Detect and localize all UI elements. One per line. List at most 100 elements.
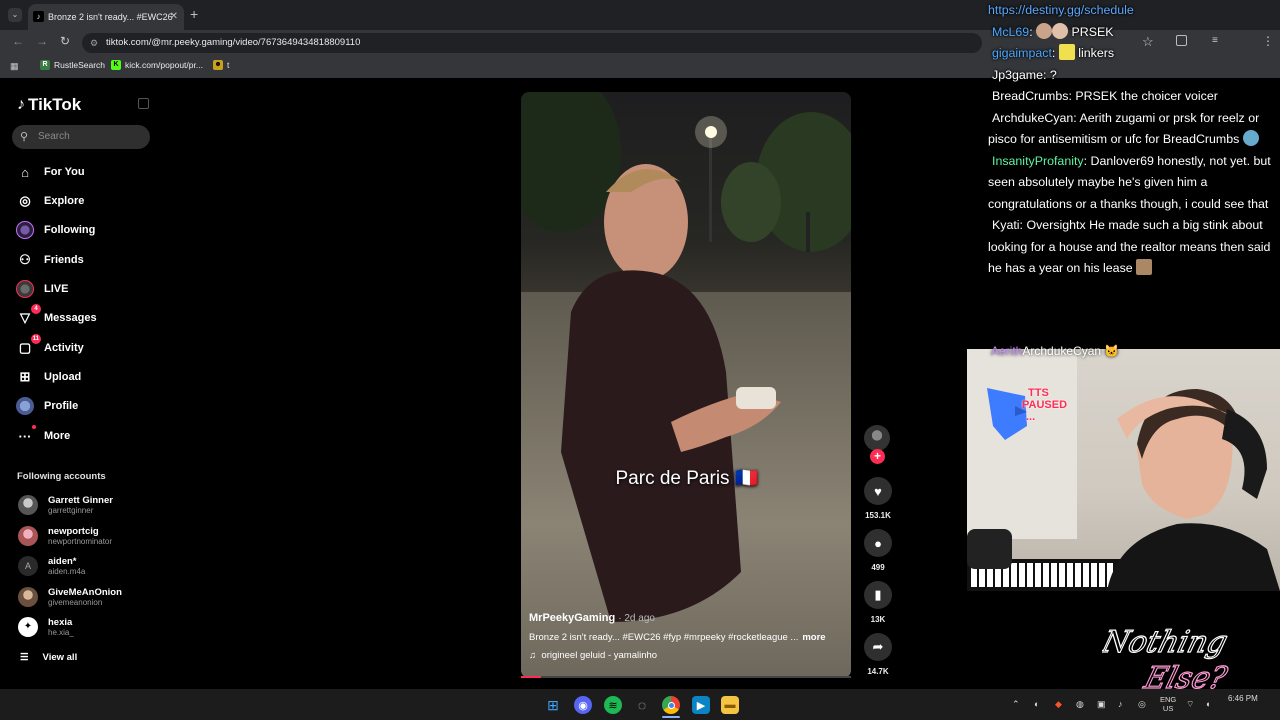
nav-label: Explore [44, 195, 85, 207]
account-item[interactable]: GiveMeAnOnion givemeanonion [18, 584, 122, 610]
forward-icon[interactable]: → [36, 34, 48, 48]
close-tab-icon[interactable]: ✕ [170, 4, 178, 30]
follow-button[interactable]: + [870, 449, 885, 464]
steam-tray-icon[interactable]: ◐ [1034, 699, 1039, 709]
bookmark-rustlesearch[interactable]: R RustleSearch [40, 60, 105, 70]
tiktok-note-icon: ♪ [17, 96, 25, 113]
comment-button[interactable]: ● 499 [862, 529, 894, 572]
comment-icon: ● [864, 529, 892, 557]
network-icon[interactable]: ⌔ [1186, 699, 1194, 710]
home-icon: ⌂ [21, 164, 29, 180]
video-sound-link[interactable]: ♫ origineel geluid - yamalinho [529, 650, 847, 661]
account-name: newportcig [48, 526, 99, 537]
avatar [18, 526, 38, 546]
app-icon[interactable]: ▶ [692, 696, 710, 714]
upload-icon: ⊞ [19, 369, 31, 384]
brave-tray-icon[interactable]: ◆ [1055, 699, 1062, 710]
nav-messages[interactable]: ▽ 4 Messages [16, 304, 97, 328]
account-handle: he.xia_ [48, 628, 74, 637]
windows-start-icon[interactable]: ⊞ [544, 696, 562, 714]
nav-friends[interactable]: ⚇ Friends [16, 250, 84, 270]
nav-following[interactable]: Following [16, 220, 95, 240]
account-item[interactable]: A aiden* aiden.m4a [18, 553, 85, 579]
live-avatar-icon [16, 280, 34, 298]
nav-profile[interactable]: Profile [16, 396, 78, 416]
account-item[interactable]: Garrett Ginner garrettginner [18, 492, 113, 518]
video-progress-bar[interactable] [521, 676, 851, 678]
nav-explore[interactable]: ◎ Explore [16, 191, 84, 211]
search-icon: ⚲ [20, 131, 29, 143]
nav-upload[interactable]: ⊞ Upload [16, 367, 82, 387]
account-item[interactable]: ✦ hexia he.xia_ [18, 614, 74, 640]
nav-label: More [44, 430, 71, 442]
video-description: Bronze 2 isn't ready... #EWC26 #fyp #mrp… [529, 632, 826, 643]
nav-label: Activity [44, 342, 84, 354]
cam-label: AerithArchdukeCyan 🐱 [991, 344, 1120, 358]
search-input[interactable]: ⚲ Search [12, 125, 150, 149]
tab-title: Bronze 2 isn't ready... #EWC26 [48, 12, 173, 22]
save-count: 13K [870, 615, 886, 624]
discord-icon[interactable]: ◉ [574, 696, 592, 714]
avatar: A [18, 556, 38, 576]
file-explorer-icon[interactable]: ▬ [721, 696, 739, 714]
volume-icon[interactable]: ◖ [1205, 699, 1210, 709]
like-button[interactable]: ♥ 153.1K [862, 477, 894, 520]
clock[interactable]: 6:46 PM [1228, 694, 1258, 703]
avatar [18, 495, 38, 515]
tiktok-logo[interactable]: ♪ TikTok [17, 95, 81, 115]
like-count: 153.1K [865, 511, 891, 520]
reload-icon[interactable]: ↻ [60, 34, 70, 48]
following-accounts-header: Following accounts [17, 471, 106, 482]
tab-search-button[interactable]: ⌄ [8, 8, 22, 22]
bookmark-label: RustleSearch [54, 60, 106, 70]
spotify-icon[interactable]: ≋ [604, 696, 622, 714]
obs-icon[interactable]: ◌ [633, 696, 651, 714]
search-placeholder: Search [38, 131, 70, 142]
tray-overflow-icon[interactable]: ⌃ [1012, 699, 1020, 710]
view-all-link[interactable]: ☰ View all [20, 652, 77, 663]
following-avatar-icon [16, 221, 34, 239]
nav-activity[interactable]: ▢ 11 Activity [16, 334, 84, 358]
new-tab-button[interactable]: + [190, 6, 198, 22]
bookmark-favicon-icon: ☻ [213, 60, 223, 70]
music-note-icon: ♫ [529, 650, 537, 661]
video-date: · 2d ago [618, 613, 655, 624]
more-button[interactable]: more [802, 632, 825, 643]
video-person [561, 164, 781, 622]
creator-avatar[interactable] [864, 425, 890, 451]
bookmark-kick[interactable]: K kick.com/popout/pr... [111, 60, 203, 70]
bookmark-icon: ▮ [864, 581, 892, 609]
bookmark-t[interactable]: ☻ t [213, 60, 229, 70]
tray-app-icon[interactable]: ▣ [1097, 699, 1106, 710]
language-indicator[interactable]: ENG US [1160, 695, 1176, 713]
heart-icon: ♥ [864, 477, 892, 505]
video-author-link[interactable]: MrPeekyGaming [529, 612, 615, 624]
tiktok-favicon-icon: ♪ [33, 11, 44, 22]
chrome-icon[interactable] [662, 696, 680, 714]
tray-app-icon[interactable]: ◎ [1138, 699, 1146, 710]
nav-live[interactable]: LIVE [16, 279, 68, 299]
apps-grid-icon[interactable]: ▦ [10, 61, 19, 72]
save-button[interactable]: ▮ 13K [862, 581, 894, 624]
account-item[interactable]: newportcig newportnominator [18, 523, 112, 549]
mic-tray-icon[interactable]: ♪ [1118, 699, 1123, 709]
emote-icon [1058, 44, 1075, 60]
address-input[interactable]: ⚙ tiktok.com/@mr.peeky.gaming/video/7673… [82, 33, 982, 53]
account-handle: newportnominator [48, 537, 113, 546]
activity-icon: ▢ 11 [18, 334, 41, 355]
chat-message: https://destiny.gg/schedule [988, 3, 1134, 17]
browser-tab[interactable]: ♪ Bronze 2 isn't ready... #EWC26 ✕ [28, 4, 184, 30]
site-info-icon[interactable]: ⚙ [90, 33, 98, 53]
back-icon[interactable]: ← [12, 34, 24, 48]
stream-chat-overlay: https://destiny.gg/schedule McL69: PRSEK… [982, 0, 1280, 345]
collapse-sidebar-icon[interactable] [138, 98, 149, 109]
video-player[interactable] [521, 92, 851, 678]
account-name: hexia [48, 617, 73, 628]
active-app-indicator [662, 716, 680, 718]
share-button[interactable]: ➦ 14.7K [862, 633, 894, 676]
kick-favicon-icon: K [111, 60, 121, 70]
nav-more[interactable]: ··· More [16, 425, 71, 446]
tray-app-icon[interactable]: ◍ [1076, 699, 1084, 710]
profile-avatar-icon [16, 397, 34, 415]
nav-for-you[interactable]: ⌂ For You [16, 162, 84, 182]
